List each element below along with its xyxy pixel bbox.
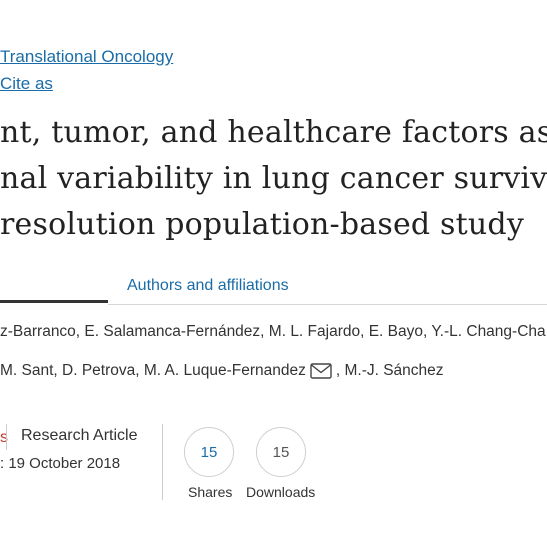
downloads-count: 15 [256, 427, 306, 477]
tab-authors-affiliations[interactable]: Authors and affiliations [127, 277, 289, 295]
authors-line-2: M. Sant, D. Petrova, M. A. Luque-Fernand… [0, 362, 444, 380]
article-title: nt, tumor, and healthcare factors as nal… [0, 110, 547, 248]
article-type: Research Article [21, 427, 138, 444]
title-line-3: resolution population-based study [0, 207, 524, 242]
authors-line-2-names: M. Sant, D. Petrova, M. A. Luque-Fernand… [0, 362, 306, 379]
authors-line-1: z-Barranco, E. Salamanca-Fernández, M. L… [0, 323, 546, 340]
cite-as-link[interactable]: Cite as [0, 74, 53, 94]
title-line-1: nt, tumor, and healthcare factors as [0, 115, 547, 150]
journal-link[interactable]: Translational Oncology [0, 47, 173, 67]
active-tab-indicator [0, 300, 108, 303]
shares-count[interactable]: 15 [184, 427, 234, 477]
envelope-icon[interactable] [310, 363, 332, 379]
shares-label: Shares [188, 484, 233, 500]
title-line-2: nal variability in lung cancer surviva [0, 161, 547, 196]
divider [6, 424, 7, 450]
article-type-prefix: s [0, 429, 8, 446]
metrics-divider [162, 424, 163, 500]
tab-divider [108, 304, 547, 305]
authors-line-2-tail: , M.-J. Sánchez [335, 362, 444, 379]
publication-date: : 19 October 2018 [0, 455, 121, 472]
downloads-label: Downloads [246, 484, 316, 500]
